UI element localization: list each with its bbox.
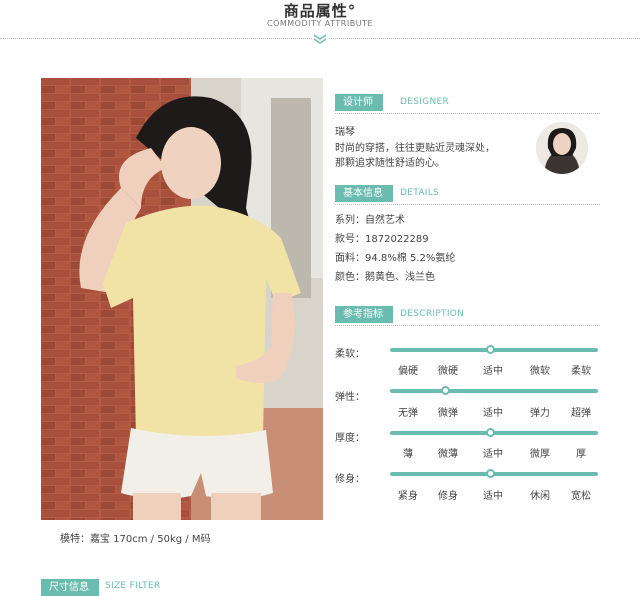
indicator-option: 适中 — [483, 449, 503, 460]
size-label: 尺寸信息 — [41, 579, 99, 596]
indicator-option: 修身 — [438, 491, 458, 502]
indicator-option: 超弹 — [571, 408, 591, 419]
divider — [335, 325, 600, 326]
designer-label: 设计师 — [335, 94, 383, 111]
divider — [335, 204, 600, 205]
divider — [335, 113, 600, 114]
indicator-option: 柔软 — [571, 366, 591, 377]
indicator-fit-knob — [486, 469, 495, 478]
detail-fabric: 面料：94.8%棉 5.2%氨纶 — [335, 253, 456, 264]
indicator-option: 适中 — [483, 491, 503, 502]
description-label-en: DESCRIPTION — [400, 309, 465, 319]
indicator-option: 宽松 — [571, 491, 591, 502]
indicator-elasticity-knob — [441, 386, 450, 395]
indicator-option: 厚 — [576, 449, 586, 460]
indicator-option: 微薄 — [438, 449, 458, 460]
details-label: 基本信息 — [335, 185, 393, 202]
size-label-en: SIZE FILTER — [105, 581, 161, 591]
avatar — [536, 122, 588, 174]
indicator-fit-label: 修身： — [335, 474, 365, 485]
description-label: 参考指标 — [335, 306, 393, 323]
indicator-thickness-label: 厚度： — [335, 433, 365, 444]
detail-style-number: 款号：1872022289 — [335, 234, 429, 245]
indicator-option: 微硬 — [438, 366, 458, 377]
designer-name: 瑞琴 — [335, 127, 355, 138]
section-subtitle: COMMODITY ATTRIBUTE — [266, 19, 373, 28]
indicator-softness-label: 柔软： — [335, 349, 365, 360]
detail-series: 系列：自然艺术 — [335, 215, 405, 226]
indicator-softness-knob — [486, 345, 495, 354]
indicator-elasticity-track — [390, 389, 598, 393]
designer-label-en: DESIGNER — [400, 97, 450, 107]
indicator-elasticity-label: 弹性： — [335, 392, 365, 403]
chevron-down-icon — [312, 33, 328, 45]
indicator-option: 适中 — [483, 366, 503, 377]
model-caption: 模特：嘉宝 170cm / 50kg / M码 — [60, 534, 211, 545]
section-title: 商品属性° — [283, 2, 357, 20]
model-photo — [41, 78, 323, 520]
indicator-option: 适中 — [483, 408, 503, 419]
detail-color: 颜色：鹅黄色、浅兰色 — [335, 272, 435, 283]
designer-quote-line1: 时尚的穿搭，往往更贴近灵魂深处， — [335, 143, 495, 154]
indicator-option: 微弹 — [438, 408, 458, 419]
indicator-thickness-knob — [486, 428, 495, 437]
details-label-en: DETAILS — [400, 188, 440, 198]
designer-quote-line2: 那颗追求随性舒适的心。 — [335, 158, 445, 169]
